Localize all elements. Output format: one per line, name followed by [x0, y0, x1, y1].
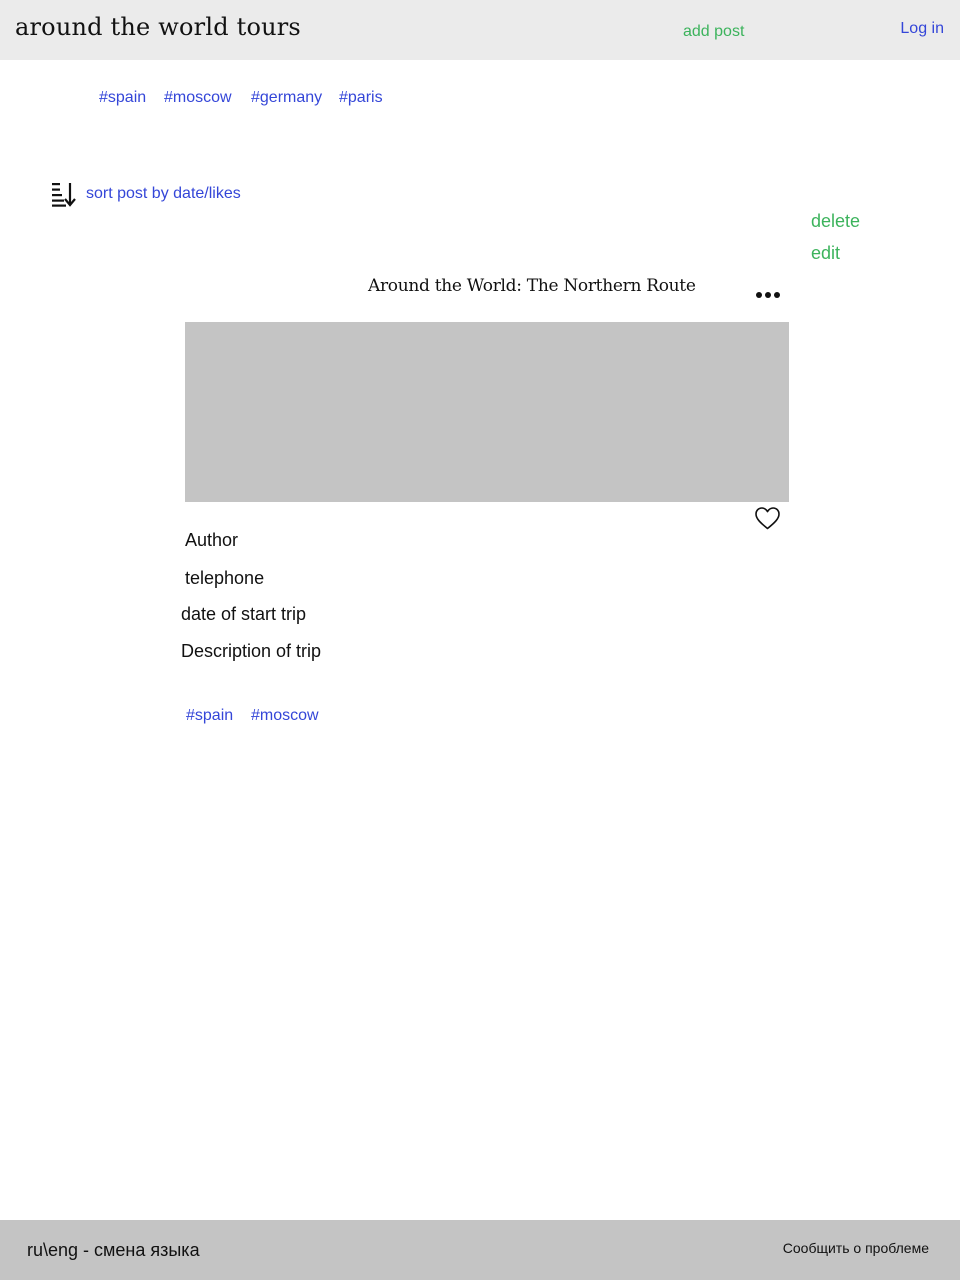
heart-icon[interactable]: [754, 506, 781, 531]
post-tag-spain[interactable]: #spain: [186, 707, 233, 725]
add-post-link[interactable]: add post: [683, 23, 744, 41]
filter-tag-germany[interactable]: #germany: [251, 89, 322, 107]
post-author: Author: [185, 530, 239, 550]
report-problem-link[interactable]: Сообщить о проблеме: [783, 1240, 929, 1256]
post-image-placeholder: [185, 322, 789, 502]
delete-post-button[interactable]: delete: [811, 211, 860, 232]
post-tag-moscow[interactable]: #moscow: [251, 707, 319, 725]
post-description: Description of trip: [181, 641, 322, 661]
site-header: around the world tours add post Log in: [0, 0, 960, 60]
login-link[interactable]: Log in: [900, 20, 944, 38]
site-footer: ru\eng - смена языка Сообщить о проблеме: [0, 1220, 960, 1280]
post-start-date: date of start trip: [181, 604, 307, 624]
language-switch[interactable]: ru\eng - смена языка: [27, 1240, 200, 1261]
sort-descending-icon[interactable]: [51, 181, 77, 207]
post-title: Around the World: The Northern Route: [368, 276, 696, 296]
post-telephone: telephone: [185, 568, 265, 588]
filter-tag-spain[interactable]: #spain: [99, 89, 146, 107]
filter-tag-paris[interactable]: #paris: [339, 89, 383, 107]
filter-tag-moscow[interactable]: #moscow: [164, 89, 232, 107]
edit-post-button[interactable]: edit: [811, 243, 840, 264]
site-logo[interactable]: around the world tours: [15, 13, 301, 41]
sort-posts-link[interactable]: sort post by date/likes: [86, 185, 241, 203]
more-horizontal-icon[interactable]: [754, 288, 782, 302]
